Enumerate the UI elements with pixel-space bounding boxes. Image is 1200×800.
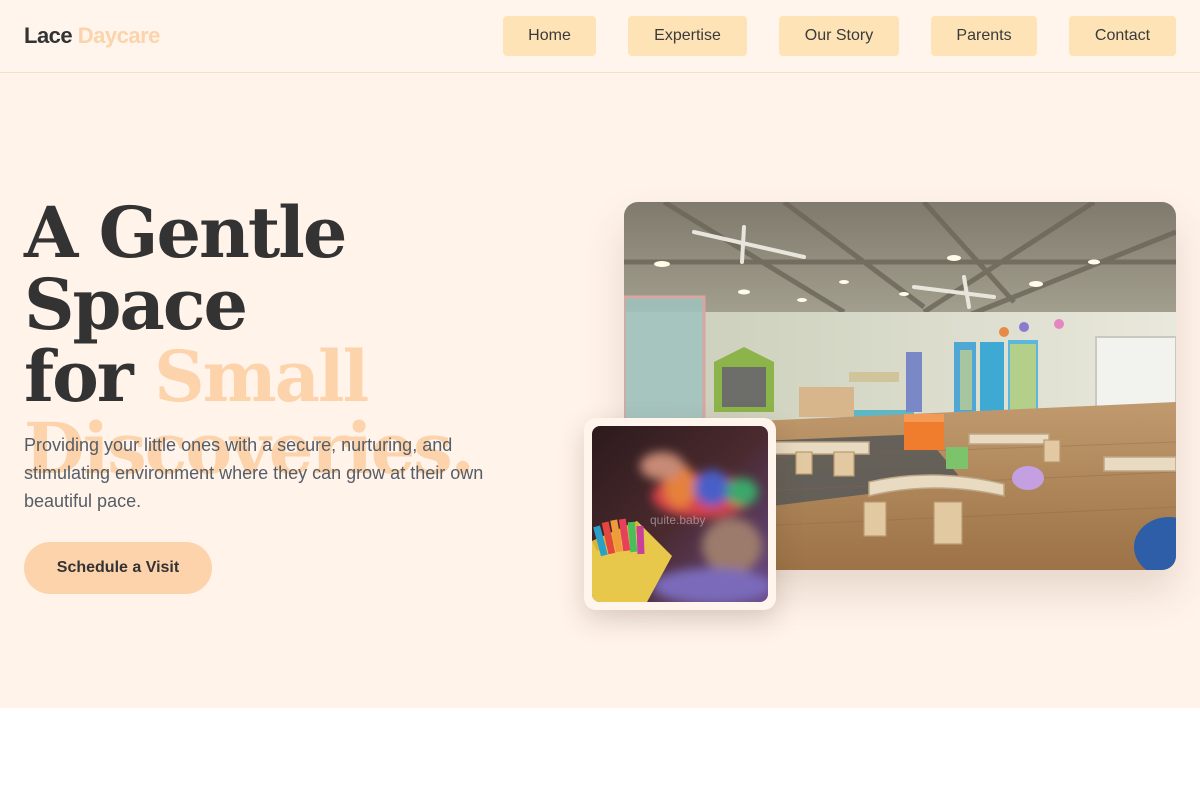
photo-watermark: quite.baby (650, 513, 705, 527)
nav-expertise-button[interactable]: Expertise (628, 16, 747, 56)
hero-description: Providing your little ones with a secure… (24, 435, 484, 511)
brand-name-accent: Daycare (77, 23, 161, 48)
headline-accent-small: Small (154, 335, 369, 418)
brand-name-primary: Lace (24, 23, 73, 48)
nav-parents-button[interactable]: Parents (931, 16, 1037, 56)
brand-logo[interactable]: Lace Daycare (24, 22, 160, 50)
crayons-photo: quite.baby (592, 426, 768, 602)
headline-line-1: A Gentle Space (24, 191, 347, 346)
headline-for: for (24, 335, 155, 418)
site-header: Lace Daycare Home Expertise Our Story Pa… (0, 0, 1200, 73)
nav-contact-button[interactable]: Contact (1069, 16, 1176, 56)
nav-home-button[interactable]: Home (503, 16, 596, 56)
schedule-visit-button[interactable]: Schedule a Visit (24, 542, 212, 594)
nav-our-story-button[interactable]: Our Story (779, 16, 899, 56)
inset-photo-frame: quite.baby (584, 418, 776, 610)
